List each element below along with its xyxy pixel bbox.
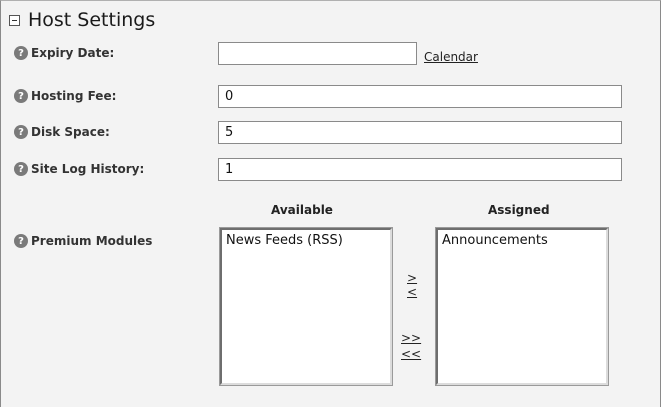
help-icon[interactable]: ? <box>14 162 28 176</box>
disk-space-label-row: ? Disk Space: <box>14 125 110 139</box>
move-left-button[interactable]: < <box>407 285 417 299</box>
calendar-link[interactable]: Calendar <box>424 50 478 64</box>
collapse-icon[interactable] <box>9 14 20 26</box>
site-log-history-input[interactable] <box>218 158 622 181</box>
disk-space-input[interactable] <box>218 121 622 144</box>
hosting-fee-input[interactable] <box>218 85 622 108</box>
premium-modules-label: Premium Modules <box>31 234 153 248</box>
disk-space-label: Disk Space: <box>31 125 110 139</box>
move-right-button[interactable]: > <box>407 271 417 285</box>
host-settings-panel: Host Settings ? Expiry Date: Calendar ? … <box>0 0 661 407</box>
list-item[interactable]: Announcements <box>438 230 606 251</box>
help-icon[interactable]: ? <box>14 89 28 103</box>
expiry-date-label: Expiry Date: <box>31 46 115 60</box>
available-modules-list[interactable]: News Feeds (RSS) <box>219 227 393 386</box>
expiry-date-input[interactable] <box>218 42 417 65</box>
expiry-date-label-row: ? Expiry Date: <box>14 46 114 60</box>
help-icon[interactable]: ? <box>14 125 28 139</box>
site-log-history-label-row: ? Site Log History: <box>14 162 144 176</box>
move-all-left-button[interactable]: << <box>401 347 421 361</box>
assigned-header: Assigned <box>488 203 550 217</box>
section-title: Host Settings <box>28 9 156 31</box>
help-icon[interactable]: ? <box>14 46 28 60</box>
assigned-modules-list[interactable]: Announcements <box>435 227 609 386</box>
premium-modules-label-row: ? Premium Modules <box>14 234 152 248</box>
hosting-fee-label: Hosting Fee: <box>31 89 117 103</box>
move-all-right-button[interactable]: >> <box>401 331 421 345</box>
available-header: Available <box>271 203 333 217</box>
section-header[interactable]: Host Settings <box>9 7 155 33</box>
list-item[interactable]: News Feeds (RSS) <box>222 230 390 251</box>
hosting-fee-label-row: ? Hosting Fee: <box>14 89 116 103</box>
help-icon[interactable]: ? <box>14 234 28 248</box>
site-log-history-label: Site Log History: <box>31 162 145 176</box>
